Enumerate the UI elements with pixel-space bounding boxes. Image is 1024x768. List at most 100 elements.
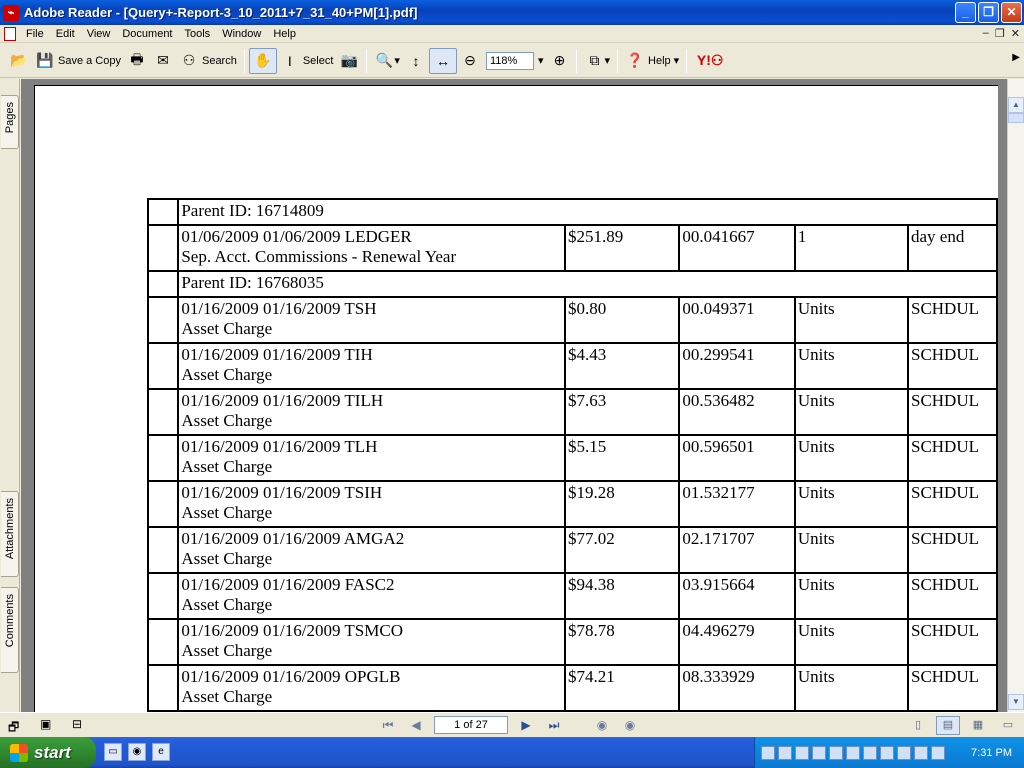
hand-tool-button[interactable]: ✋	[248, 47, 277, 74]
table-row: 01/16/2009 01/16/2009 TSMCO Asset Charge $…	[146, 618, 998, 666]
print-button[interactable]: 🖶	[124, 48, 150, 74]
internet-explorer-icon[interactable]: e	[152, 743, 170, 761]
transaction-line: 01/16/2009 01/16/2009 OPGLB	[181, 667, 401, 686]
type-cell: SCHDUL	[906, 434, 998, 482]
tab-comments[interactable]: Comments	[1, 587, 19, 673]
document-icon[interactable]	[4, 26, 16, 41]
rotate-page-icon: ⧉	[589, 52, 600, 68]
search-button[interactable]: ⚇ Search	[176, 48, 240, 74]
menu-help[interactable]: Help	[267, 28, 302, 40]
tray-network-icon[interactable]	[761, 745, 775, 760]
help-button[interactable]: ❓ Help ▾	[622, 48, 682, 74]
pdf-page: Parent ID: 16714809 01/06/2009 01/06/2009…	[34, 85, 998, 712]
select-tool-button[interactable]: I Select	[277, 48, 337, 74]
description-line: Asset Charge	[181, 549, 273, 568]
taskbar-clock: 7:31 PM	[971, 746, 1012, 759]
open-button[interactable]: 📂	[6, 48, 32, 74]
zoom-in-button[interactable]: ⊕	[546, 48, 572, 74]
page-thumbnail-icon[interactable]: 🗗	[8, 718, 19, 739]
previous-view-button[interactable]: ◉	[592, 716, 612, 734]
table-row: 01/16/2009 01/16/2009 TLH Asset Charge $5.…	[146, 434, 998, 482]
media-player-icon[interactable]: ◉	[128, 743, 146, 761]
restore-button[interactable]: ❐	[978, 2, 999, 23]
toolbar-overflow-icon[interactable]: ▶	[1012, 52, 1020, 63]
fit-width-button[interactable]: ↔	[428, 47, 457, 74]
first-page-button[interactable]: ⏮	[378, 716, 398, 734]
amount-cell: $7.63	[564, 388, 681, 436]
tray-app-icon[interactable]	[812, 745, 826, 760]
row-marker-cell	[146, 224, 180, 272]
description-cell: 01/16/2009 01/16/2009 TIH Asset Charge	[177, 342, 567, 390]
start-label: start	[34, 742, 71, 762]
basis-cell: Units	[793, 618, 909, 666]
last-page-button[interactable]: ⏭	[544, 716, 564, 734]
vertical-scrollbar[interactable]: ▲ ▼	[1007, 79, 1024, 712]
previous-page-button[interactable]: ◀	[406, 716, 426, 734]
email-icon: ✉	[157, 52, 169, 68]
scroll-up-button[interactable]: ▲	[1008, 97, 1024, 113]
description-cell: 01/16/2009 01/16/2009 TSMCO Asset Charge	[177, 618, 567, 666]
menu-view[interactable]: View	[81, 28, 117, 40]
navigation-panel: Pages Attachments Comments	[0, 79, 20, 712]
tray-app-icon[interactable]	[897, 745, 911, 760]
rate-cell: 00.049371	[678, 296, 796, 344]
description-line: Asset Charge	[181, 457, 273, 476]
page-number-field[interactable]: 1 of 27	[434, 716, 508, 734]
menu-tools[interactable]: Tools	[179, 28, 217, 40]
zoom-input[interactable]: 118%	[485, 51, 534, 70]
menu-window[interactable]: Window	[216, 28, 267, 40]
menu-document[interactable]: Document	[116, 28, 178, 40]
document-view[interactable]: Parent ID: 16714809 01/06/2009 01/06/2009…	[21, 79, 1007, 712]
doc-minimize-button[interactable]: –	[983, 27, 989, 40]
basis-cell: 1	[793, 224, 909, 272]
rotate-view-button[interactable]: ⧉ ▾	[581, 48, 613, 74]
description-line: Asset Charge	[181, 319, 273, 338]
tray-security-icon[interactable]	[846, 745, 860, 760]
description-line: Asset Charge	[181, 687, 273, 706]
description-cell: 01/06/2009 01/06/2009 LEDGER Sep. Acct. C…	[177, 224, 567, 272]
row-marker-cell	[146, 526, 180, 574]
zoom-out-button[interactable]: ⊖	[457, 48, 483, 74]
basis-cell: Units	[793, 526, 909, 574]
fit-page-button[interactable]: ↕	[403, 48, 429, 74]
doc-close-button[interactable]: ✕	[1011, 27, 1020, 40]
yahoo-toolbar-button[interactable]: Y!⚇	[691, 48, 729, 74]
type-cell: SCHDUL	[906, 664, 998, 712]
description-cell: 01/16/2009 01/16/2009 TLH Asset Charge	[177, 434, 567, 482]
close-button[interactable]: ✕	[1001, 2, 1022, 23]
tab-attachments[interactable]: Attachments	[1, 491, 19, 577]
tray-app-icon[interactable]	[795, 745, 809, 760]
parent-row: Parent ID: 16714809	[146, 198, 998, 226]
save-copy-button[interactable]: 💾 Save a Copy	[32, 48, 124, 74]
tray-volume-icon[interactable]	[914, 745, 928, 760]
tray-app-icon[interactable]	[880, 745, 894, 760]
start-button[interactable]: start	[0, 737, 96, 768]
tray-display-icon[interactable]	[931, 745, 945, 760]
zoom-tool-button[interactable]: 🔍 ▾	[371, 48, 403, 74]
next-view-button[interactable]: ◉	[620, 716, 640, 734]
facing-pages-button[interactable]: ▦	[966, 716, 990, 735]
continuous-facing-button[interactable]: ▭	[996, 716, 1020, 735]
single-page-button[interactable]: ▯	[906, 716, 930, 735]
tray-app-icon[interactable]	[778, 745, 792, 760]
row-marker-cell	[146, 434, 180, 482]
scroll-down-button[interactable]: ▼	[1008, 694, 1024, 710]
email-button[interactable]: ✉	[150, 48, 176, 74]
show-desktop-icon[interactable]: ▭	[104, 743, 122, 761]
doc-restore-button[interactable]: ❐	[995, 27, 1005, 40]
layout-toggle-icon[interactable]: ⊟	[72, 717, 82, 731]
next-page-button[interactable]: ▶	[516, 716, 536, 734]
scroll-thumb[interactable]	[1008, 113, 1024, 123]
tray-app-icon[interactable]	[829, 745, 843, 760]
zoom-dropdown-icon[interactable]: ▾	[538, 54, 544, 67]
overview-icon[interactable]: ▣	[40, 717, 51, 731]
transaction-line: 01/16/2009 01/16/2009 TLH	[181, 437, 378, 456]
minimize-button[interactable]: _	[955, 2, 976, 23]
menu-file[interactable]: File	[20, 28, 50, 40]
rate-cell: 00.299541	[678, 342, 796, 390]
tab-pages[interactable]: Pages	[1, 95, 19, 149]
continuous-page-button[interactable]: ▤	[936, 716, 960, 735]
menu-edit[interactable]: Edit	[50, 28, 81, 40]
tray-app-icon[interactable]	[863, 745, 877, 760]
snapshot-button[interactable]: 📷	[336, 48, 362, 74]
